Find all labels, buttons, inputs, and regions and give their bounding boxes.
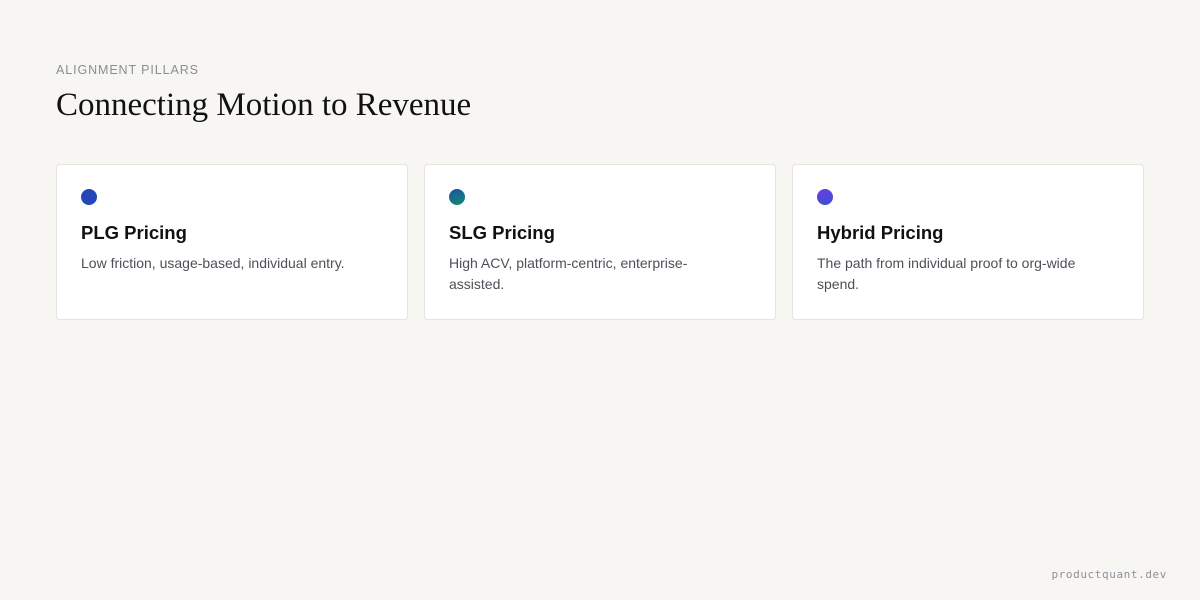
section-eyebrow: ALIGNMENT PILLARS bbox=[56, 63, 199, 77]
page-title: Connecting Motion to Revenue bbox=[56, 87, 472, 123]
card-description: High ACV, platform-centric, enterprise-a… bbox=[449, 255, 688, 292]
pillar-card-plg: PLG Pricing Low friction, usage-based, i… bbox=[56, 164, 408, 320]
card-description: The path from individual proof to org-wi… bbox=[817, 255, 1076, 292]
card-title: SLG Pricing bbox=[449, 222, 555, 243]
pillar-cards: PLG Pricing Low friction, usage-based, i… bbox=[56, 164, 1144, 320]
dot-icon bbox=[81, 189, 97, 205]
footer-site-link[interactable]: productquant.dev bbox=[1051, 568, 1167, 581]
pillar-card-hybrid: Hybrid Pricing The path from individual … bbox=[792, 164, 1144, 320]
card-title: PLG Pricing bbox=[81, 222, 187, 243]
card-title: Hybrid Pricing bbox=[817, 222, 944, 243]
card-description: Low friction, usage-based, individual en… bbox=[81, 255, 345, 271]
dot-icon bbox=[449, 189, 465, 205]
dot-icon bbox=[817, 189, 833, 205]
pillar-card-slg: SLG Pricing High ACV, platform-centric, … bbox=[424, 164, 776, 320]
